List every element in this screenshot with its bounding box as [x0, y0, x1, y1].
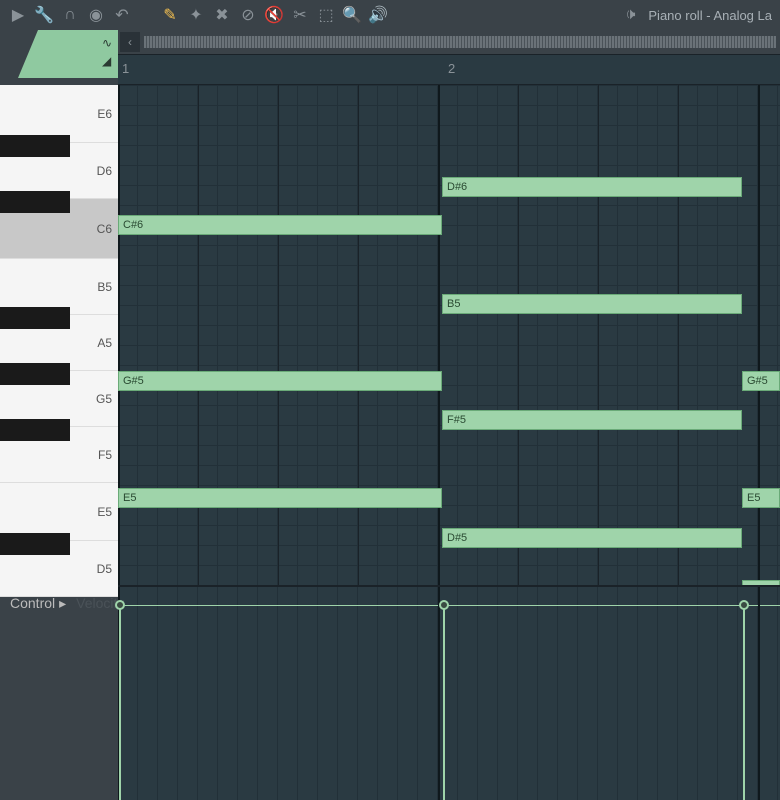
velocity-area[interactable]	[118, 587, 780, 800]
bar-line	[358, 85, 359, 585]
velocity-bar[interactable]	[443, 605, 445, 800]
bar-number-1: 1	[122, 61, 129, 76]
velocity-handle[interactable]	[739, 600, 749, 610]
key-fsharp5[interactable]	[0, 419, 70, 441]
note[interactable]: E5	[118, 488, 442, 508]
note[interactable]: D#5	[442, 528, 742, 548]
note[interactable]: C#6	[118, 215, 442, 235]
velocity-bar[interactable]	[743, 605, 745, 800]
mute-icon[interactable]: 🔇	[264, 5, 284, 25]
bar-line	[758, 85, 760, 585]
magnet-icon[interactable]: ∩	[60, 5, 80, 25]
note[interactable]: B5	[442, 294, 742, 314]
disable-icon[interactable]: ⊘	[238, 5, 258, 25]
note[interactable]: D#6	[442, 177, 742, 197]
bar-line	[278, 85, 279, 585]
pencil-icon[interactable]: ✎	[160, 5, 180, 25]
chevron-right-icon: ▸	[59, 595, 66, 612]
bar-line	[438, 587, 440, 800]
zoom-icon[interactable]: 🔍	[342, 5, 362, 25]
piano-keyboard[interactable]: E6 D6 C6 B5 A5 G5 F5 E5 D5	[0, 85, 118, 585]
slice-icon[interactable]: ✂	[290, 5, 310, 25]
key-csharp6[interactable]	[0, 191, 70, 213]
grid-area[interactable]: ‹ 1 2 C#6 G#5 E5 D#6 B5 F#5 D#5 G#5 E	[118, 30, 780, 585]
audio-icon[interactable]: 🕩	[620, 5, 640, 25]
velocity-handle[interactable]	[439, 600, 449, 610]
bar-line	[118, 85, 120, 585]
key-asharp5[interactable]	[0, 307, 70, 329]
corner-tab[interactable]: ∿ ◢	[0, 30, 118, 85]
note[interactable]: G#5	[118, 371, 442, 391]
key-gsharp5[interactable]	[0, 363, 70, 385]
mute-paint-icon[interactable]: ✖	[212, 5, 232, 25]
brush-icon[interactable]: ✦	[186, 5, 206, 25]
velocity-baseline	[118, 605, 780, 606]
key-dsharp5[interactable]	[0, 533, 70, 555]
left-panel: ∿ ◢ E6 D6 C6 B5 A5 G5 F5 E5 D5	[0, 30, 118, 585]
waveform-icon[interactable]: ∿	[102, 36, 112, 50]
ruler-row: ‹	[118, 30, 780, 55]
note[interactable]: G#5	[742, 371, 780, 391]
bar-line	[438, 85, 440, 585]
note[interactable]: F#5	[442, 410, 742, 430]
playback-icon[interactable]: 🔊	[368, 5, 388, 25]
bar-line	[598, 85, 599, 585]
select-icon[interactable]: ⬚	[316, 5, 336, 25]
control-panel: Control ▸ Velocity	[0, 585, 780, 800]
undo-icon[interactable]: ↶	[112, 5, 132, 25]
window-title: 🕩 Piano roll - Analog La	[620, 5, 772, 25]
main-area: ∿ ◢ E6 D6 C6 B5 A5 G5 F5 E5 D5 ‹	[0, 30, 780, 585]
bar-line	[678, 85, 679, 585]
control-label[interactable]: Control ▸ Velocity	[0, 587, 118, 800]
ruler-beats[interactable]	[144, 36, 776, 48]
note[interactable]: E5	[742, 488, 780, 508]
ruler-back-button[interactable]: ‹	[120, 32, 140, 52]
bar-number-2: 2	[448, 61, 455, 76]
note[interactable]: C#5	[742, 580, 780, 585]
bar-line	[198, 85, 199, 585]
velocity-bar[interactable]	[119, 605, 121, 800]
play-icon[interactable]: ▶	[8, 5, 28, 25]
note-grid[interactable]: C#6 G#5 E5 D#6 B5 F#5 D#5 G#5 E5 C#5	[118, 85, 780, 585]
toolbar: ▶ 🔧 ∩ ◉ ↶ ✎ ✦ ✖ ⊘ 🔇 ✂ ⬚ 🔍 🔊 🕩 Piano roll…	[0, 0, 780, 30]
stamp-icon[interactable]: ◉	[86, 5, 106, 25]
bar-numbers[interactable]: 1 2	[118, 55, 780, 85]
key-dsharp6[interactable]	[0, 135, 70, 157]
velocity-handle[interactable]	[115, 600, 125, 610]
wrench-icon[interactable]: 🔧	[34, 5, 54, 25]
bar-line	[518, 85, 519, 585]
bar-line	[758, 587, 760, 800]
triangle-icon[interactable]: ◢	[102, 54, 112, 68]
